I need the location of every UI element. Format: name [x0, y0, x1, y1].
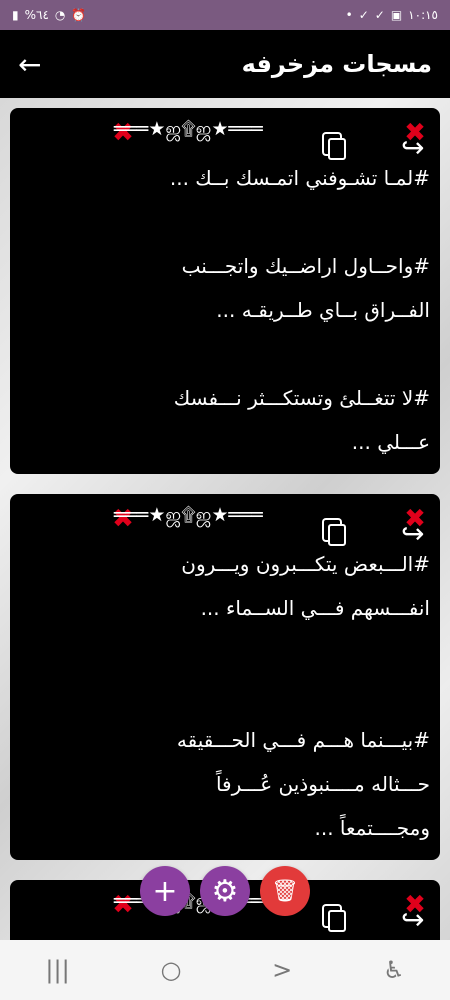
copy-icon[interactable]	[328, 138, 346, 160]
card-header: ✖ ═══★ஜ۩ஜ★═══ ✖ ↩	[10, 108, 440, 164]
message-text: #الـــبعض يتكـــبرون ويـــرون انفـــسهم …	[176, 552, 430, 840]
home-icon[interactable]: ○	[160, 956, 181, 984]
copy-icon[interactable]	[328, 910, 346, 932]
accessibility-icon[interactable]: ♿	[383, 956, 405, 984]
system-nav-bar: ||| ○ > ♿	[0, 940, 450, 1000]
check-icon: ✓	[358, 8, 369, 22]
add-button[interactable]: +	[140, 866, 190, 916]
message-text: #لمـا تشـوفني اتمـسك بــك ... #واحــاول …	[169, 166, 430, 454]
status-bar: ▮ %٦٤ ◔ ⏰ • ✓ ✓ ▣ ١٠:١٥	[0, 0, 450, 30]
wifi-icon: ◔	[54, 8, 66, 22]
card-header: ✖ ═══★ஜ۩ஜ★═══ ✖ ↩	[10, 494, 440, 550]
gear-icon: ⚙	[211, 873, 239, 909]
check-icon: ✓	[374, 8, 385, 22]
share-icon[interactable]: ↩	[401, 903, 424, 936]
decoration-banner: ═══★ஜ۩ஜ★═══	[114, 504, 263, 526]
alarm-icon: ⏰	[71, 8, 87, 22]
page-title: مسجات مزخرفه	[241, 50, 432, 78]
message-card: ✖ ═══★ஜ۩ஜ★═══ ✖ ↩ #الـــبعض يتكـــبرون و…	[10, 494, 440, 860]
settings-button[interactable]: ⚙	[200, 866, 250, 916]
message-list[interactable]: ✖ ═══★ஜ۩ஜ★═══ ✖ ↩ #لمـا تشـوفني اتمـسك ب…	[0, 98, 450, 940]
decoration-banner: ═══★ஜ۩ஜ★═══	[114, 118, 263, 140]
share-icon[interactable]: ↩	[401, 517, 424, 550]
recent-apps-icon[interactable]: |||	[45, 956, 69, 984]
share-icon[interactable]: ↩	[401, 131, 424, 164]
back-arrow-icon[interactable]: ←	[18, 48, 41, 81]
battery-icon: ▮	[12, 8, 19, 22]
copy-icon[interactable]	[328, 524, 346, 546]
trash-icon: 🗑	[271, 878, 299, 904]
clock: ١٠:١٥	[408, 8, 438, 22]
back-icon[interactable]: >	[272, 956, 292, 984]
delete-button[interactable]: 🗑	[260, 866, 310, 916]
notification-dot-icon: •	[345, 8, 353, 22]
message-card: ✖ ═══★ஜ۩ஜ★═══ ✖ ↩ #لمـا تشـوفني اتمـسك ب…	[10, 108, 440, 474]
gallery-icon: ▣	[390, 8, 403, 22]
app-bar: ← مسجات مزخرفه	[0, 30, 450, 98]
battery-level: %٦٤	[24, 8, 49, 22]
